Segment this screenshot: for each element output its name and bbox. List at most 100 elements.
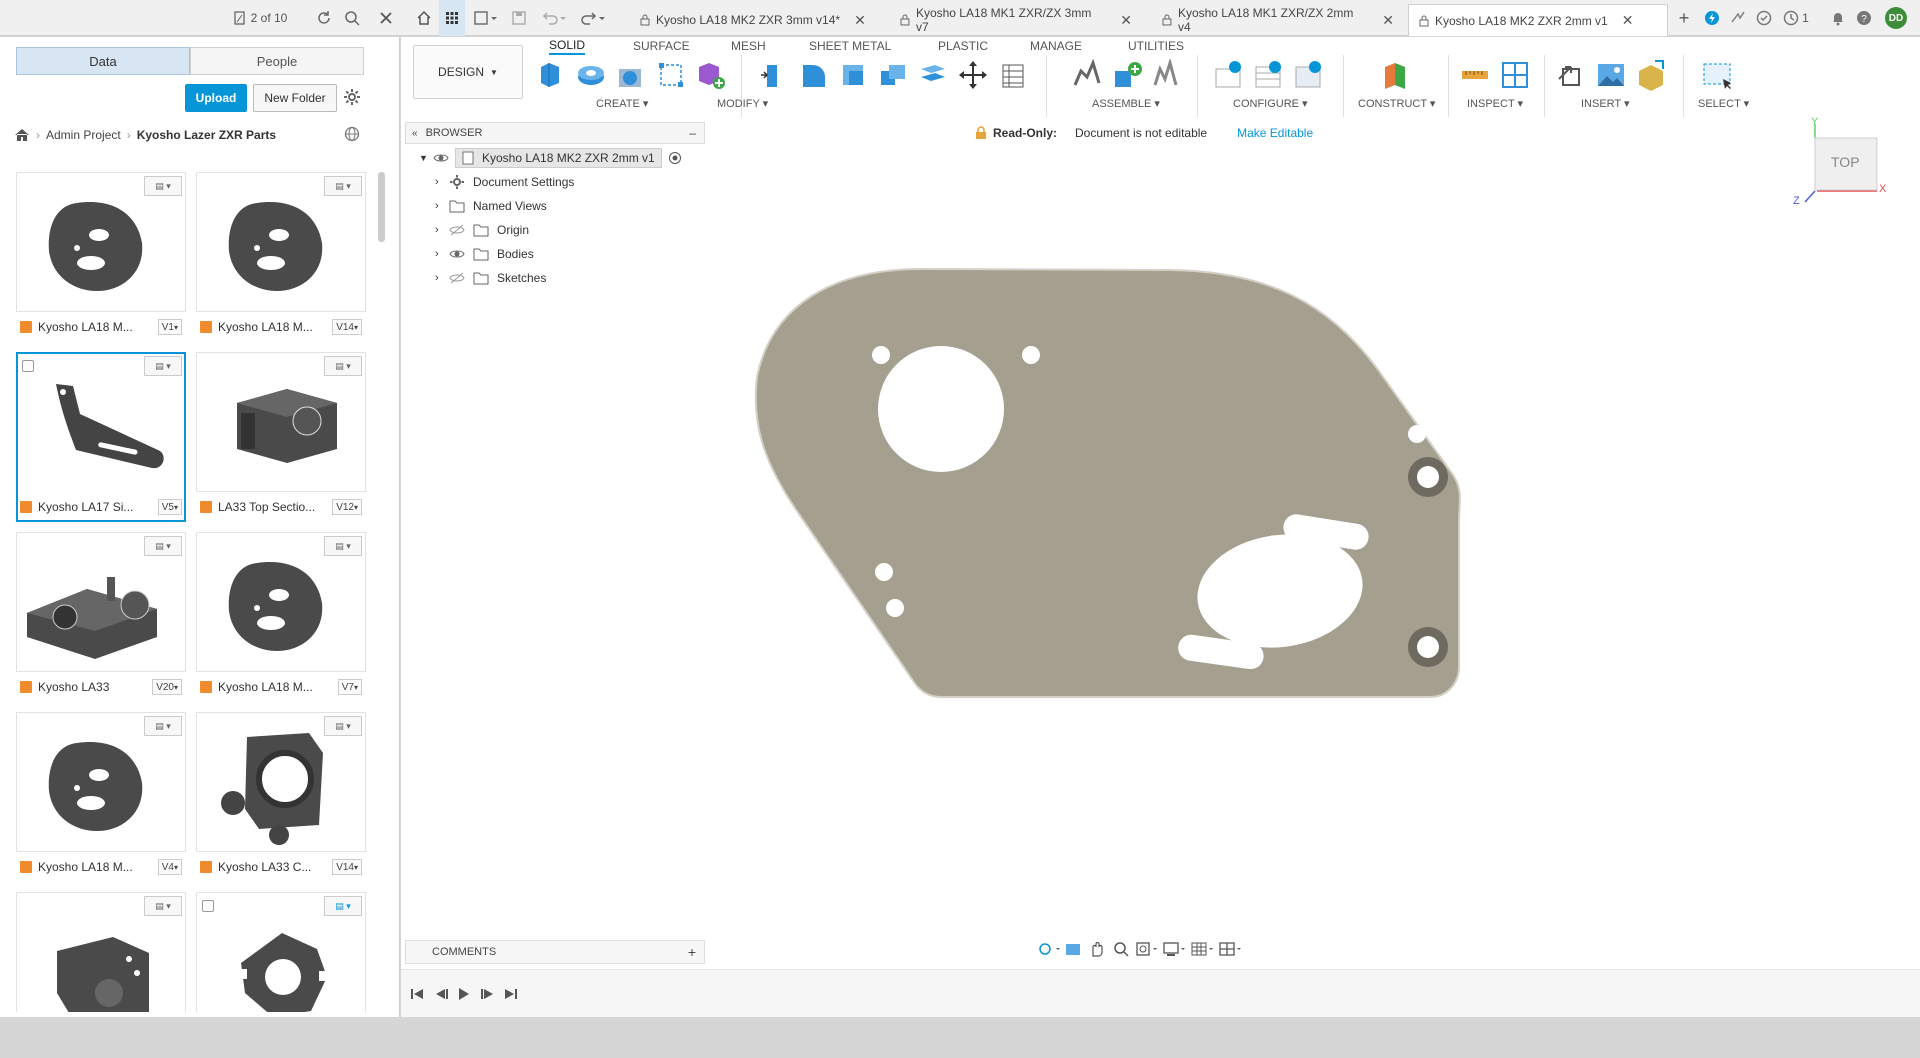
collapse-icon[interactable]: « — [412, 128, 418, 139]
version-badge[interactable]: V12 ▾ — [332, 499, 362, 515]
fit-icon[interactable] — [1133, 940, 1161, 958]
move-icon[interactable] — [957, 59, 989, 91]
file-card[interactable]: ▤ ▾ LA33 Top Sectio... V12 ▾ — [196, 352, 366, 522]
upload-button[interactable]: Upload — [185, 84, 247, 112]
version-badge[interactable]: V1 ▾ — [157, 319, 182, 335]
doc-tab-2[interactable]: Kyosho LA18 MK1 ZXR/ZX 3mm v7 ✕ — [890, 4, 1142, 36]
play-icon[interactable] — [459, 988, 469, 1000]
card-menu-icon[interactable]: ▤ ▾ — [144, 896, 182, 916]
extensions-icon[interactable] — [1700, 0, 1724, 36]
construct-plane-icon[interactable] — [1379, 59, 1411, 91]
file-card[interactable]: ▤ ▾ Kyosho LA18 M... V14 ▾ — [196, 172, 366, 342]
file-name[interactable]: Kyosho LA18 M... — [20, 859, 140, 875]
combine-icon[interactable] — [877, 59, 909, 91]
user-avatar[interactable]: DD — [1880, 0, 1912, 36]
step-forward-icon[interactable] — [481, 989, 493, 999]
home-icon[interactable] — [14, 127, 30, 143]
card-menu-icon[interactable]: ▤ ▾ — [324, 536, 362, 556]
card-menu-icon[interactable]: ▤ ▾ — [324, 356, 362, 376]
group-inspect[interactable]: INSPECT ▾ — [1467, 97, 1523, 110]
card-menu-icon[interactable]: ▤ ▾ — [324, 896, 362, 916]
file-name[interactable]: Kyosho LA18 M... — [200, 679, 320, 695]
doc-tab-1[interactable]: Kyosho LA18 MK2 ZXR 3mm v14* ✕ — [630, 4, 886, 36]
tab-surface[interactable]: SURFACE — [633, 37, 690, 55]
file-name[interactable]: Kyosho LA18 M... — [20, 319, 140, 335]
comments-panel[interactable]: COMMENTS + — [405, 940, 705, 964]
version-badge[interactable]: V14 ▾ — [332, 319, 362, 335]
file-thumbnail[interactable] — [16, 352, 186, 522]
globe-icon[interactable] — [344, 126, 360, 142]
tab-solid[interactable]: SOLID — [549, 37, 586, 55]
file-card[interactable]: ▤ ▾ Kyosho LA18 M... V7 ▾ — [196, 532, 366, 702]
save-icon[interactable] — [506, 0, 532, 36]
breadcrumb-folder[interactable]: Kyosho Lazer ZXR Parts — [137, 128, 276, 142]
undo-icon[interactable] — [538, 0, 570, 36]
help-icon[interactable]: ? — [1852, 0, 1876, 36]
version-badge[interactable]: V5 ▾ — [157, 499, 182, 515]
display-settings-icon[interactable] — [1161, 940, 1189, 958]
tab-utilities[interactable]: UTILITIES — [1128, 37, 1184, 55]
close-panel-icon[interactable] — [372, 0, 400, 36]
pan-icon[interactable] — [1085, 940, 1109, 958]
card-menu-icon[interactable]: ▤ ▾ — [144, 536, 182, 556]
group-assemble[interactable]: ASSEMBLE ▾ — [1092, 97, 1160, 110]
close-tab-icon[interactable]: ✕ — [854, 12, 866, 29]
new-component-icon[interactable] — [535, 59, 567, 91]
new-tab-icon[interactable]: + — [1672, 0, 1696, 36]
card-menu-icon[interactable]: ▤ ▾ — [144, 716, 182, 736]
new-folder-button[interactable]: New Folder — [253, 84, 337, 112]
configure-rows-icon[interactable] — [1253, 59, 1285, 91]
file-card[interactable]: ▤ ▾ Kyosho LA33 V20 ▾ — [16, 532, 186, 702]
shell-icon[interactable] — [837, 59, 869, 91]
file-card[interactable]: ▤ ▾ — [16, 892, 186, 1012]
insert-mcmaster-icon[interactable] — [1635, 59, 1667, 91]
make-editable-link[interactable]: Make Editable — [1237, 126, 1313, 140]
workspace-switcher[interactable]: DESIGN ▼ — [413, 45, 523, 99]
group-construct[interactable]: CONSTRUCT ▾ — [1358, 97, 1435, 110]
gear-icon[interactable] — [343, 88, 361, 106]
sketch-icon[interactable] — [655, 59, 687, 91]
tab-mesh[interactable]: MESH — [731, 37, 766, 55]
group-create[interactable]: CREATE ▾ — [596, 97, 648, 110]
card-menu-icon[interactable]: ▤ ▾ — [144, 356, 182, 376]
change-parameters-icon[interactable] — [997, 59, 1029, 91]
job-status-icon[interactable] — [1726, 0, 1750, 36]
close-tab-icon[interactable]: ✕ — [1120, 12, 1132, 29]
scrollbar[interactable] — [378, 172, 385, 242]
version-badge[interactable]: V20 ▾ — [152, 679, 182, 695]
orbit-icon[interactable] — [1037, 940, 1061, 958]
configure-theme-icon[interactable] — [1293, 59, 1325, 91]
version-badge[interactable]: V4 ▾ — [157, 859, 182, 875]
data-tab[interactable]: Data — [16, 47, 190, 75]
version-badge[interactable]: V14 ▾ — [332, 859, 362, 875]
bell-icon[interactable] — [1826, 0, 1850, 36]
group-configure[interactable]: CONFIGURE ▾ — [1233, 97, 1308, 110]
people-tab[interactable]: People — [190, 47, 364, 75]
insert-derive-icon[interactable] — [1555, 59, 1587, 91]
close-tab-icon[interactable]: ✕ — [1382, 12, 1394, 29]
insert-image-icon[interactable] — [1595, 59, 1627, 91]
tab-sheet-metal[interactable]: SHEET METAL — [809, 37, 891, 55]
select-window-icon[interactable] — [1701, 59, 1733, 91]
measure-icon[interactable] — [1459, 59, 1491, 91]
online-status-icon[interactable] — [1752, 0, 1776, 36]
file-counter[interactable]: 2 of 10 — [220, 0, 300, 36]
section-analysis-icon[interactable] — [1499, 59, 1531, 91]
card-menu-icon[interactable]: ▤ ▾ — [324, 716, 362, 736]
viewports-icon[interactable] — [1217, 940, 1245, 958]
doc-tab-active[interactable]: Kyosho LA18 MK2 ZXR 2mm v1 ✕ — [1408, 4, 1668, 36]
fillet-icon[interactable] — [797, 59, 829, 91]
view-cube[interactable]: TOP Y X Z — [1781, 116, 1886, 207]
refresh-icon[interactable] — [310, 0, 338, 36]
revolve-icon[interactable] — [575, 59, 607, 91]
configure-table-icon[interactable] — [1213, 59, 1245, 91]
skip-to-end-icon[interactable] — [505, 989, 517, 999]
file-card[interactable]: ▤ ▾ Kyosho LA33 C... V14 ▾ — [196, 712, 366, 882]
file-name[interactable]: Kyosho LA33 — [20, 679, 140, 695]
version-badge[interactable]: V7 ▾ — [337, 679, 362, 695]
file-name[interactable]: Kyosho LA17 Si... — [20, 499, 140, 515]
close-tab-icon[interactable]: ✕ — [1622, 12, 1634, 29]
sphere-icon[interactable] — [615, 59, 647, 91]
grid-icon[interactable] — [439, 0, 465, 36]
card-menu-icon[interactable]: ▤ ▾ — [324, 176, 362, 196]
